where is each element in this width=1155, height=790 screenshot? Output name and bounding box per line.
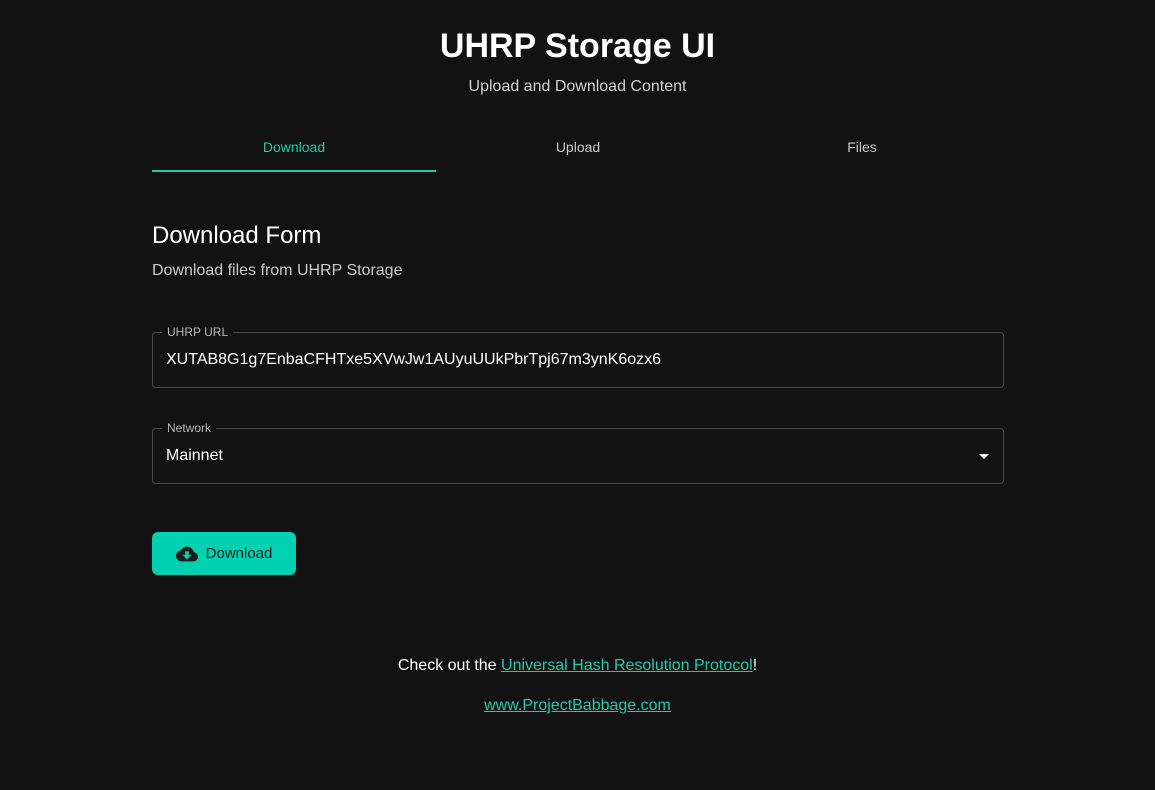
uhrp-url-field: UHRP URL (152, 324, 1004, 388)
tab-bar: Download Upload Files (152, 124, 1004, 172)
footer-prefix: Check out the (397, 657, 502, 674)
download-button[interactable]: Download (152, 532, 296, 575)
app-title: UHRP Storage UI (439, 27, 716, 65)
tab-upload[interactable]: Upload (436, 124, 720, 172)
form-subtitle: Download files from UHRP Storage (152, 262, 403, 279)
tab-files[interactable]: Files (720, 124, 1004, 172)
network-value: Mainnet (166, 447, 223, 464)
project-babbage-link[interactable]: www.ProjectBabbage.com (484, 697, 671, 714)
download-button-label: Download (205, 545, 273, 562)
footer-text: Check out the Universal Hash Resolution … (0, 656, 1155, 676)
page: UHRP Storage UI Upload and Download Cont… (0, 0, 1155, 790)
cloud-download-icon (175, 543, 198, 565)
uhrp-url-input[interactable] (166, 333, 986, 387)
uhrp-protocol-link[interactable]: Universal Hash Resolution Protocol (501, 657, 753, 674)
app-subtitle: Upload and Download Content (468, 78, 687, 95)
caret-down-icon (979, 454, 989, 459)
network-select[interactable]: Network Mainnet (152, 420, 1004, 484)
tab-download[interactable]: Download (152, 124, 436, 172)
form-title: Download Form (152, 222, 322, 249)
footer-site: www.ProjectBabbage.com (0, 696, 1155, 716)
footer-suffix: ! (752, 657, 758, 674)
